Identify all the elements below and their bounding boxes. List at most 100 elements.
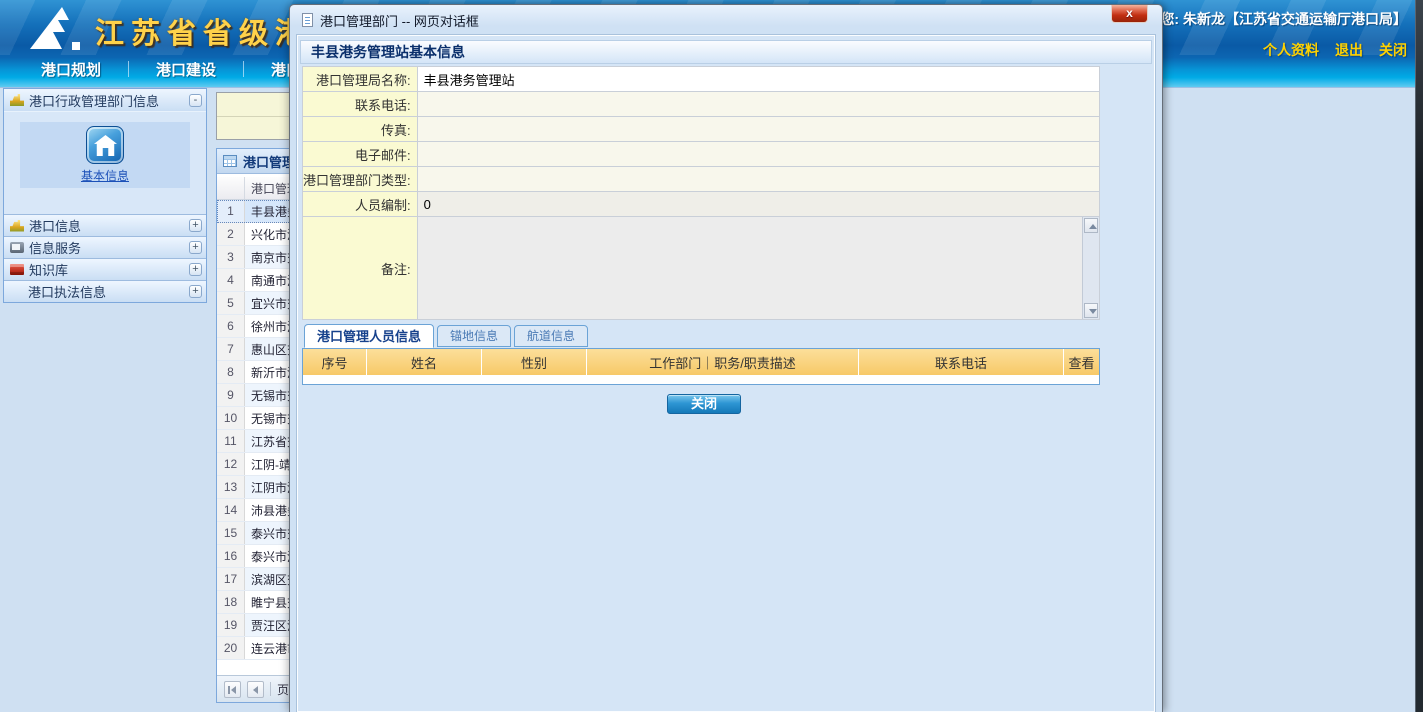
column-header: 工作部门｜职务/职责描述 <box>586 349 858 375</box>
column-header: 序号 <box>303 349 366 375</box>
field-value: 丰县港务管理站 <box>417 67 1099 92</box>
row-number-cell: 16 <box>217 545 245 567</box>
form-row: 人员编制:0 <box>303 192 1100 217</box>
row-number-cell: 17 <box>217 568 245 590</box>
field-label: 联系电话: <box>303 92 418 117</box>
field-label: 电子邮件: <box>303 142 418 167</box>
column-header: 性别 <box>481 349 586 375</box>
dialog-titlebar[interactable]: 港口管理部门 -- 网页对话框 <box>290 5 1162 35</box>
pager-divider <box>270 682 271 696</box>
row-number-cell: 14 <box>217 499 245 521</box>
grid-icon <box>223 155 237 167</box>
sidebar-accordion: 港口行政管理部门信息-基本信息港口信息+信息服务+知识库+港口执法信息+ <box>3 88 207 303</box>
dialog-close-button[interactable]: x <box>1111 5 1148 23</box>
nav-tab[interactable]: 港口建设 <box>129 59 243 80</box>
dialog-tab[interactable]: 锚地信息 <box>437 325 511 347</box>
port-icon <box>10 94 24 106</box>
sidebar-panel-header[interactable]: 港口行政管理部门信息 - <box>4 89 206 111</box>
row-number-cell: 9 <box>217 384 245 406</box>
app-logo-icon <box>28 5 82 54</box>
dialog-tab[interactable]: 港口管理人员信息 <box>304 324 434 348</box>
page: 江苏省省级港口综 欢迎您: 朱新龙【江苏省交通运输厅港口局】 个人资料退出关闭 … <box>0 0 1423 712</box>
row-number-cell: 20 <box>217 637 245 659</box>
scroll-down-button[interactable] <box>1084 303 1098 318</box>
sidebar-panel-label: 港口信息 <box>29 216 81 235</box>
panel-title: 港口管理 <box>243 152 295 171</box>
expand-button[interactable]: + <box>189 263 202 276</box>
dialog-title: 港口管理部门 -- 网页对话框 <box>320 11 479 30</box>
row-number-cell: 4 <box>217 269 245 291</box>
people-table-header: 序号姓名性别工作部门｜职务/职责描述联系电话查看 <box>303 349 1099 375</box>
column-header: 查看 <box>1063 349 1099 375</box>
field-label: 备注: <box>303 217 418 320</box>
sidebar-panel-header[interactable]: 知识库+ <box>4 258 206 280</box>
webpage-icon <box>302 13 313 27</box>
web-dialog: 港口管理部门 -- 网页对话框 x 丰县港务管理站基本信息 港口管理局名称:丰县… <box>289 4 1163 712</box>
sidebar-panel-header[interactable]: 港口执法信息 + <box>4 280 206 302</box>
pager-label: 页 <box>277 681 289 698</box>
field-label: 传真: <box>303 117 418 142</box>
row-number-cell: 6 <box>217 315 245 337</box>
sidebar-panel-label: 信息服务 <box>29 238 81 257</box>
row-number-cell: 2 <box>217 223 245 245</box>
screen-edge-strip <box>1415 0 1423 712</box>
row-number-cell: 18 <box>217 591 245 613</box>
sidebar-panel-label: 港口执法信息 <box>10 282 106 301</box>
form-row: 电子邮件: <box>303 142 1100 167</box>
row-number-cell: 10 <box>217 407 245 429</box>
collapse-button[interactable]: - <box>189 94 202 107</box>
services-icon <box>10 242 24 253</box>
row-number-cell: 13 <box>217 476 245 498</box>
port-icon <box>10 220 24 232</box>
column-header: 联系电话 <box>858 349 1063 375</box>
dialog-body: 丰县港务管理站基本信息 港口管理局名称:丰县港务管理站联系电话:传真:电子邮件:… <box>297 35 1155 712</box>
down-arrow-icon <box>1089 309 1097 314</box>
field-value: 0 <box>417 192 1099 217</box>
header-link[interactable]: 关闭 <box>1379 40 1407 60</box>
field-value <box>417 142 1099 167</box>
form-row: 港口管理局名称:丰县港务管理站 <box>303 67 1100 92</box>
sidebar-item-label: 基本信息 <box>81 167 129 184</box>
up-arrow-icon <box>1089 224 1097 229</box>
sidebar-panel-header[interactable]: 信息服务 + <box>4 236 206 258</box>
header-link[interactable]: 退出 <box>1335 40 1363 60</box>
first-page-button[interactable] <box>224 681 241 698</box>
dialog-tabs: 港口管理人员信息锚地信息航道信息 <box>304 324 588 347</box>
sidebar-panel-label: 港口行政管理部门信息 <box>29 91 159 110</box>
sidebar-panel-header[interactable]: 港口信息 + <box>4 214 206 236</box>
row-number-cell: 8 <box>217 361 245 383</box>
form-row: 联系电话: <box>303 92 1100 117</box>
row-number-cell: 1 <box>217 200 245 222</box>
field-label: 港口管理部门类型: <box>303 167 418 192</box>
form-row: 备注: <box>303 217 1100 320</box>
sidebar-item-basic-info[interactable]: 基本信息 <box>20 122 190 188</box>
row-number-cell: 3 <box>217 246 245 268</box>
sidebar-panel-body: 基本信息 <box>4 111 206 214</box>
expand-button[interactable]: + <box>189 241 202 254</box>
people-table-empty-body <box>303 375 1099 384</box>
nav-tab[interactable]: 港口规划 <box>14 59 128 80</box>
books-icon <box>10 264 24 275</box>
row-number-cell: 11 <box>217 430 245 452</box>
first-page-icon <box>228 686 230 694</box>
column-header: 姓名 <box>366 349 481 375</box>
field-label: 港口管理局名称: <box>303 67 418 92</box>
expand-button[interactable]: + <box>189 219 202 232</box>
field-value <box>417 167 1099 192</box>
dialog-tab[interactable]: 航道信息 <box>514 325 588 347</box>
dialog-form: 港口管理局名称:丰县港务管理站联系电话:传真:电子邮件:港口管理部门类型:人员编… <box>302 66 1100 320</box>
field-value[interactable] <box>417 217 1099 320</box>
form-row: 传真: <box>303 117 1100 142</box>
row-number-cell: 19 <box>217 614 245 636</box>
textarea-scrollbar[interactable] <box>1082 217 1099 319</box>
header-link[interactable]: 个人资料 <box>1263 40 1319 60</box>
prev-page-button[interactable] <box>247 681 264 698</box>
section-title: 丰县港务管理站基本信息 <box>300 40 1152 64</box>
close-button[interactable]: 关闭 <box>667 394 741 414</box>
expand-button[interactable]: + <box>189 285 202 298</box>
scroll-up-button[interactable] <box>1084 218 1098 233</box>
header-links: 个人资料退出关闭 <box>1263 40 1407 60</box>
row-number-cell: 12 <box>217 453 245 475</box>
remarks-textarea[interactable] <box>418 217 1099 319</box>
row-number-cell: 7 <box>217 338 245 360</box>
